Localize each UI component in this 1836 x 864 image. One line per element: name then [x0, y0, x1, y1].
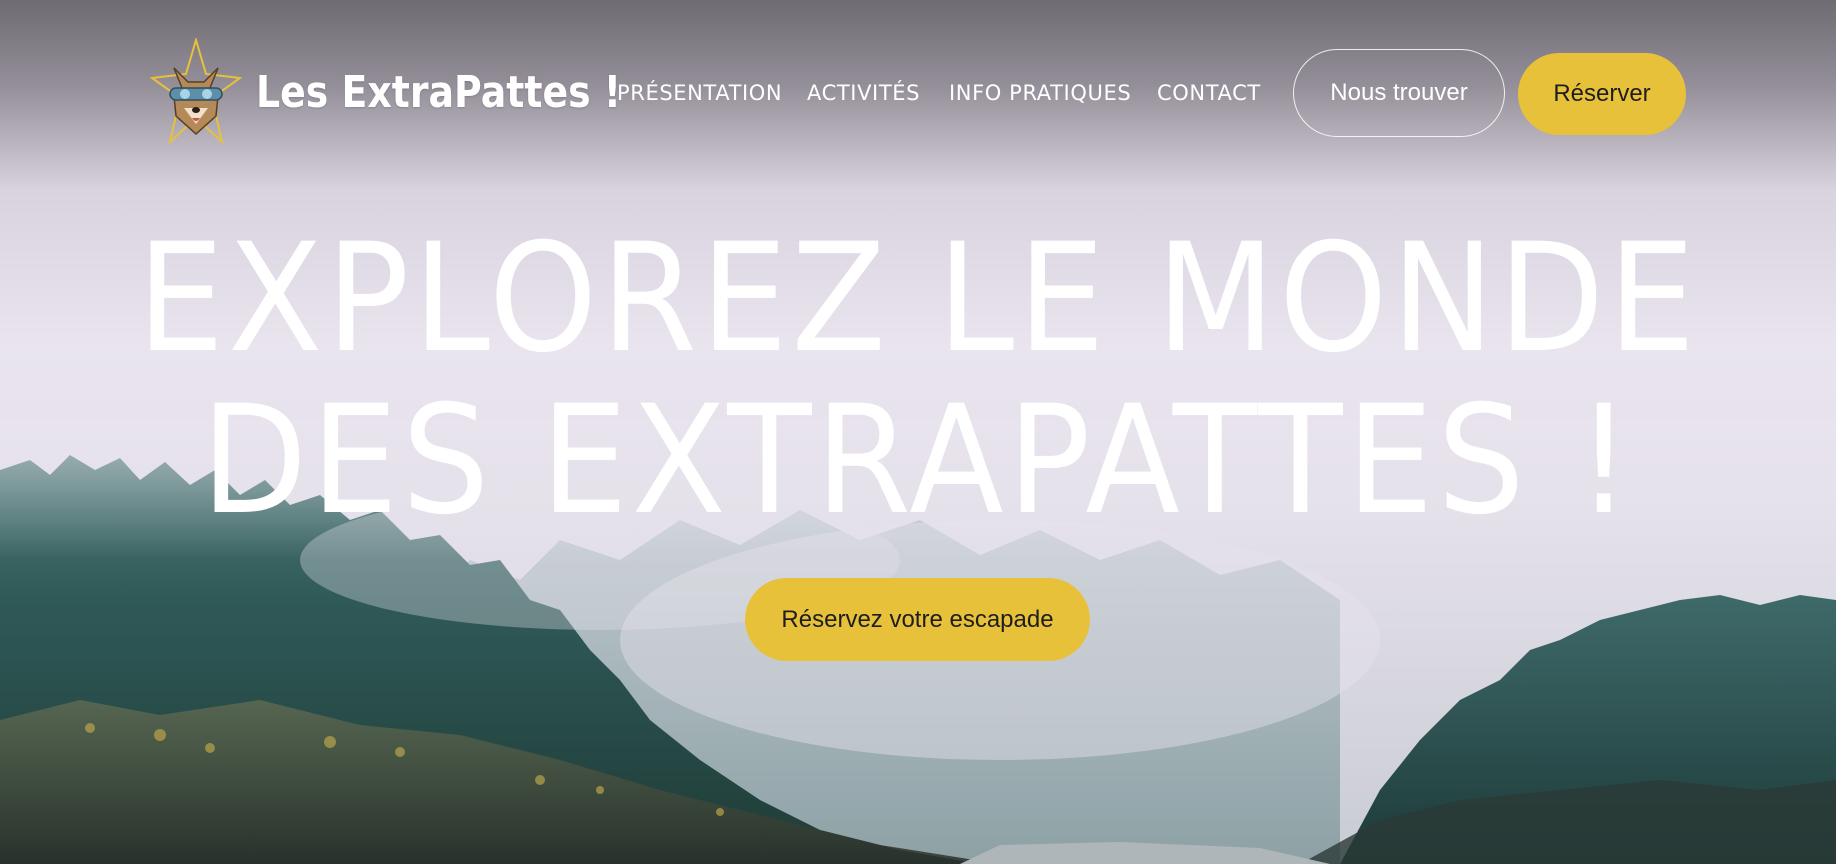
book-button[interactable]: Réserver: [1518, 53, 1686, 135]
hero-section: Les ExtraPattes ! PRÉSENTATION ACTIVITÉS…: [0, 0, 1836, 864]
book-escape-cta-button[interactable]: Réservez votre escapade: [745, 578, 1090, 661]
brand-name: Les ExtraPattes !: [256, 66, 622, 118]
brand-logo-link[interactable]: Les ExtraPattes !: [150, 38, 681, 146]
nav-item-presentation[interactable]: PRÉSENTATION: [617, 78, 782, 108]
find-us-button[interactable]: Nous trouver: [1293, 49, 1505, 137]
site-header: Les ExtraPattes ! PRÉSENTATION ACTIVITÉS…: [0, 0, 1836, 190]
nav-item-contact[interactable]: CONTACT: [1157, 78, 1261, 108]
hero-headline-line-1: EXPLOREZ LE MONDE: [137, 212, 1699, 386]
hero-headline-line-2: DES EXTRAPATTES !: [200, 374, 1635, 548]
nav-item-activites[interactable]: ACTIVITÉS: [807, 78, 920, 108]
wolf-with-goggles-icon: [150, 38, 242, 145]
nav-item-info-pratiques[interactable]: INFO PRATIQUES: [949, 78, 1131, 108]
hero-headline: EXPLOREZ LE MONDE DES EXTRAPATTES !: [0, 218, 1836, 542]
